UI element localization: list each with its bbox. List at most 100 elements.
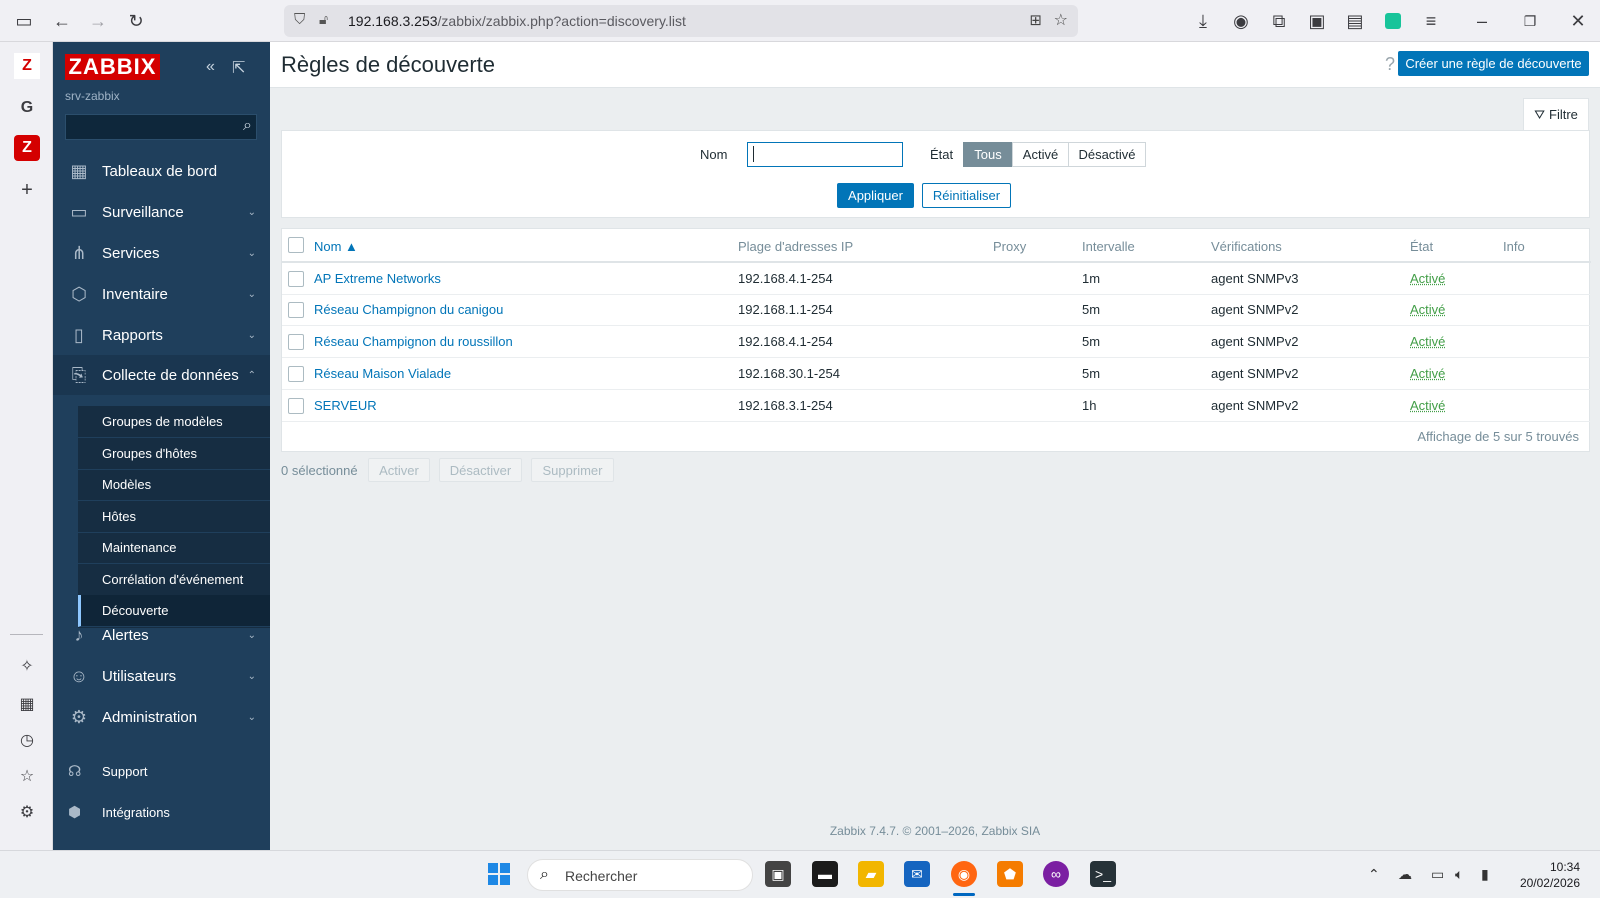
- task-view-icon[interactable]: ▣: [765, 861, 791, 887]
- clock-icon[interactable]: ◷: [14, 727, 40, 753]
- rule-name-link[interactable]: Réseau Champignon du roussillon: [314, 334, 513, 349]
- create-discovery-rule-button[interactable]: Créer une règle de découverte: [1398, 51, 1589, 76]
- settings-icon[interactable]: ⚙: [14, 799, 40, 825]
- column-name[interactable]: Nom ▲: [314, 239, 358, 254]
- status-toggle[interactable]: Activé: [1410, 366, 1445, 381]
- container-icon[interactable]: ▣: [1305, 9, 1329, 33]
- vpn-app-icon[interactable]: ∞: [1043, 861, 1069, 887]
- submenu-templates[interactable]: Modèles: [78, 469, 270, 501]
- outlook-icon[interactable]: ✉: [904, 861, 930, 887]
- rule-name-link[interactable]: Réseau Champignon du canigou: [314, 302, 503, 317]
- filter-tab[interactable]: ⛛ Filtre: [1523, 98, 1589, 130]
- menu-inventory[interactable]: ⬡ Inventaire ⌄: [53, 274, 270, 314]
- collapse-icon[interactable]: «: [206, 58, 215, 76]
- sidebar-toggle-icon[interactable]: ▭: [12, 9, 36, 33]
- install-icon[interactable]: ⊞: [1029, 11, 1042, 29]
- extensions-icon[interactable]: ⧉: [1267, 9, 1291, 33]
- add-panel-icon[interactable]: +: [14, 177, 40, 203]
- restore-icon[interactable]: ❐: [1518, 9, 1542, 33]
- clock[interactable]: 10:34 20/02/2026: [1520, 859, 1580, 891]
- menu-reports[interactable]: ▯ Rapports ⌄: [53, 315, 270, 355]
- reset-button[interactable]: Réinitialiser: [922, 183, 1011, 208]
- filter-name-input[interactable]: [747, 142, 903, 167]
- select-all-checkbox[interactable]: [288, 237, 304, 253]
- bell-icon: ♪: [74, 624, 84, 645]
- account-icon[interactable]: ◉: [1229, 9, 1253, 33]
- menu-icon[interactable]: ≡: [1419, 9, 1443, 33]
- terminal-app-icon[interactable]: ▬: [812, 861, 838, 887]
- battery-icon[interactable]: ▮: [1481, 866, 1489, 883]
- submenu-template-groups[interactable]: Groupes de modèles: [78, 406, 270, 438]
- star-icon[interactable]: ☆: [14, 763, 40, 789]
- enable-button[interactable]: Activer: [368, 458, 430, 482]
- submenu-host-groups[interactable]: Groupes d'hôtes: [78, 438, 270, 470]
- taskbar-search-input[interactable]: ⌕ Rechercher: [527, 859, 753, 891]
- kiosk-icon[interactable]: ⇱: [232, 58, 245, 78]
- addon-icon[interactable]: [1381, 9, 1405, 33]
- apply-button[interactable]: Appliquer: [837, 183, 914, 208]
- sidebar-icon[interactable]: ▤: [1343, 9, 1367, 33]
- ai-sparkle-icon[interactable]: ✧: [14, 653, 40, 679]
- close-icon[interactable]: ✕: [1566, 9, 1590, 33]
- back-icon[interactable]: ←: [50, 9, 74, 33]
- table-row: Réseau Champignon du roussillon 192.168.…: [282, 326, 1591, 358]
- tray-chevron-icon[interactable]: ⌃: [1368, 866, 1380, 883]
- download-icon[interactable]: ⤓: [1191, 9, 1215, 33]
- firefox-icon[interactable]: ◉: [951, 861, 977, 887]
- help-icon[interactable]: ?: [1385, 54, 1395, 75]
- rule-name-link[interactable]: AP Extreme Networks: [314, 271, 441, 286]
- row-checkbox[interactable]: [288, 334, 304, 350]
- zabbix-logo[interactable]: ZABBIX: [65, 54, 160, 80]
- status-toggle[interactable]: Activé: [1410, 302, 1445, 317]
- row-checkbox[interactable]: [288, 398, 304, 414]
- submenu-maintenance[interactable]: Maintenance: [78, 532, 270, 564]
- menu-support[interactable]: ☊ Support: [53, 755, 270, 787]
- status-toggle[interactable]: Activé: [1410, 398, 1445, 413]
- state-option-enabled[interactable]: Activé: [1012, 142, 1069, 167]
- lock-icon[interactable]: 🔓︎: [319, 11, 328, 28]
- state-option-all[interactable]: Tous: [963, 142, 1013, 167]
- status-toggle[interactable]: Activé: [1410, 271, 1445, 286]
- interval: 1h: [1082, 398, 1097, 413]
- submenu-event-correlation[interactable]: Corrélation d'événement: [78, 564, 270, 596]
- menu-integrations[interactable]: ⬢ Intégrations: [53, 796, 270, 828]
- menu-services[interactable]: ⋔ Services ⌄: [53, 233, 270, 273]
- grammar-icon[interactable]: G: [14, 95, 40, 121]
- forward-icon[interactable]: →: [86, 9, 110, 33]
- sidebar-search-input[interactable]: ⌕: [65, 114, 257, 140]
- file-explorer-icon[interactable]: ▰: [858, 861, 884, 887]
- submenu-hosts[interactable]: Hôtes: [78, 501, 270, 533]
- cloud-off-icon[interactable]: ☁: [1398, 866, 1412, 883]
- minimize-icon[interactable]: –: [1470, 9, 1494, 33]
- url-text[interactable]: 192.168.3.253/zabbix/zabbix.php?action=d…: [348, 13, 686, 29]
- history-panel-icon[interactable]: ▦: [14, 691, 40, 717]
- row-checkbox[interactable]: [288, 271, 304, 287]
- bookmark-star-icon[interactable]: ☆: [1054, 10, 1068, 30]
- menu-data-collection[interactable]: ⎘ Collecte de données ⌃: [53, 355, 270, 395]
- delete-button[interactable]: Supprimer: [531, 458, 614, 482]
- table-paging-info: Affichage de 5 sur 5 trouvés: [1417, 429, 1579, 444]
- rule-name-link[interactable]: SERVEUR: [314, 398, 377, 413]
- state-option-disabled[interactable]: Désactivé: [1068, 142, 1146, 167]
- menu-users[interactable]: ☺ Utilisateurs ⌄: [53, 656, 270, 696]
- address-bar[interactable]: ⛉ 🔓︎ 192.168.3.253/zabbix/zabbix.php?act…: [284, 5, 1078, 37]
- menu-administration[interactable]: ⚙ Administration ⌄: [53, 697, 270, 737]
- menu-dashboards[interactable]: ▦ Tableaux de bord: [53, 151, 270, 191]
- row-checkbox[interactable]: [288, 366, 304, 382]
- status-toggle[interactable]: Activé: [1410, 334, 1445, 349]
- volume-muted-icon[interactable]: 🔈︎: [1455, 866, 1463, 883]
- console-app-icon[interactable]: >_: [1090, 861, 1116, 887]
- rule-name-link[interactable]: Réseau Maison Vialade: [314, 366, 451, 381]
- row-checkbox[interactable]: [288, 302, 304, 318]
- disable-button[interactable]: Désactiver: [439, 458, 522, 482]
- search-icon[interactable]: ⌕: [243, 117, 252, 135]
- network-app-icon[interactable]: ⬟: [997, 861, 1023, 887]
- menu-monitoring[interactable]: ▭ Surveillance ⌄: [53, 192, 270, 232]
- zabbix-active-icon[interactable]: Z: [14, 135, 40, 161]
- network-icon[interactable]: ▭: [1431, 866, 1444, 883]
- zabbix-tab-icon[interactable]: Z: [14, 53, 40, 79]
- windows-start-icon[interactable]: [486, 861, 512, 887]
- menu-alerts[interactable]: ♪ Alertes ⌄: [53, 615, 270, 655]
- shield-icon[interactable]: ⛉: [294, 11, 305, 28]
- reload-icon[interactable]: ↻: [124, 9, 148, 33]
